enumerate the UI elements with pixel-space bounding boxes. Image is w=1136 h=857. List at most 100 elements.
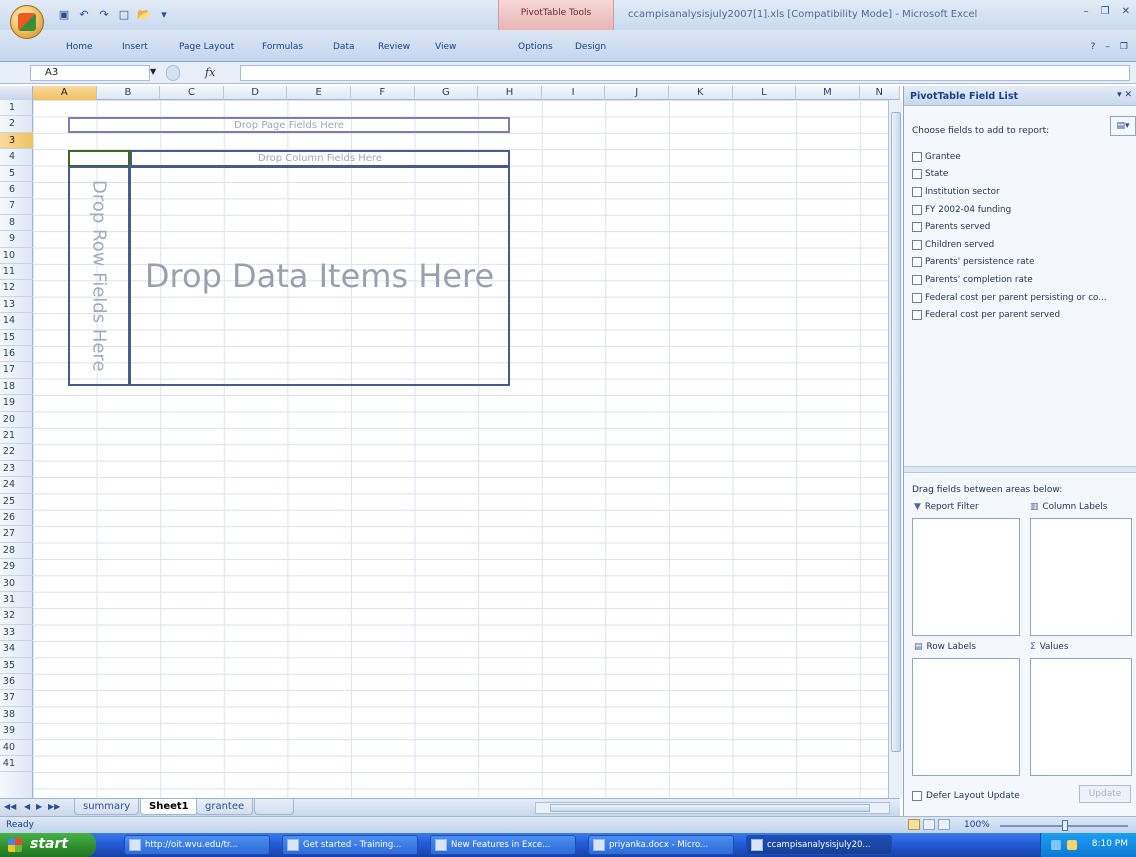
field-checkbox[interactable]: [912, 310, 922, 321]
row-header[interactable]: 39: [0, 723, 33, 740]
tab-design[interactable]: Design: [575, 42, 606, 52]
select-all-button[interactable]: [0, 86, 33, 100]
taskbar-button-word[interactable]: priyanka.docx - Micro...: [588, 835, 734, 855]
column-header[interactable]: M: [796, 86, 860, 100]
taskbar-button-excel[interactable]: ccampisanalysisjuly20...: [746, 835, 892, 855]
redo-icon[interactable]: ↷: [96, 6, 112, 22]
row-header[interactable]: 38: [0, 707, 33, 724]
drop-row-fields-zone[interactable]: Drop Row Fields Here: [68, 166, 130, 386]
column-header[interactable]: F: [351, 86, 415, 100]
doc-restore-icon[interactable]: ❐: [1120, 42, 1128, 52]
zoom-level[interactable]: 100%: [964, 820, 990, 830]
tab-review[interactable]: Review: [378, 42, 410, 52]
undo-icon[interactable]: ↶: [76, 6, 92, 22]
values-drop-area[interactable]: [1030, 658, 1132, 776]
new-icon[interactable]: □: [116, 6, 132, 22]
first-sheet-icon[interactable]: ◀◀: [4, 802, 16, 811]
start-button[interactable]: start: [0, 833, 96, 857]
cells-area[interactable]: Drop Page Fields Here Drop Column Fields…: [33, 100, 900, 798]
field-checkbox[interactable]: [912, 186, 922, 197]
row-header[interactable]: 37: [0, 690, 33, 707]
worksheet-grid[interactable]: ABCDEFGHIJKLMN 1 2 3 4 5 6 7 8 9 10 11 12 13 14 15 16 17…: [0, 86, 900, 798]
last-sheet-icon[interactable]: ▶▶: [48, 802, 60, 811]
column-header[interactable]: D: [224, 86, 288, 100]
horizontal-scroll-thumb[interactable]: [550, 804, 870, 812]
normal-view-button[interactable]: [908, 819, 920, 830]
active-cell-a3[interactable]: [68, 150, 130, 167]
field-item[interactable]: Federal cost per parent persisting or co…: [912, 289, 1132, 307]
row-header[interactable]: 3: [0, 132, 33, 150]
row-header[interactable]: 25: [0, 494, 33, 510]
column-header[interactable]: E: [287, 86, 351, 100]
tab-formulas[interactable]: Formulas: [262, 42, 303, 52]
vertical-scroll-thumb[interactable]: [891, 112, 901, 752]
prev-sheet-icon[interactable]: ◀: [24, 802, 30, 811]
field-checkbox[interactable]: [912, 292, 922, 303]
row-header[interactable]: 35: [0, 658, 33, 674]
customize-icon[interactable]: ▾: [156, 6, 172, 22]
row-header[interactable]: 5: [0, 166, 33, 182]
row-header[interactable]: 18: [0, 379, 33, 396]
row-header[interactable]: 30: [0, 576, 33, 592]
network-icon[interactable]: [1051, 840, 1061, 850]
row-header[interactable]: 11: [0, 264, 33, 281]
row-header[interactable]: 8: [0, 215, 33, 232]
save-icon[interactable]: ▣: [56, 6, 72, 22]
row-header[interactable]: 31: [0, 592, 33, 609]
field-checkbox[interactable]: [912, 169, 922, 180]
volume-icon[interactable]: [1067, 840, 1077, 850]
row-header[interactable]: 13: [0, 297, 33, 314]
column-header[interactable]: C: [160, 86, 224, 100]
row-header[interactable]: 34: [0, 641, 33, 658]
drop-page-fields-zone[interactable]: Drop Page Fields Here: [68, 117, 510, 133]
row-header[interactable]: 24: [0, 477, 33, 494]
page-break-view-button[interactable]: [938, 819, 950, 830]
row-header[interactable]: 28: [0, 543, 33, 560]
tab-view[interactable]: View: [435, 42, 456, 52]
field-item[interactable]: State: [912, 166, 1132, 184]
formula-cancel-button[interactable]: [166, 65, 180, 81]
update-button[interactable]: Update: [1079, 785, 1131, 803]
field-list-layout-button[interactable]: ▤▾: [1110, 116, 1136, 136]
field-checkbox[interactable]: [912, 151, 922, 162]
row-header[interactable]: 16: [0, 346, 33, 363]
taskbar-button-training[interactable]: Get started - Training...: [282, 835, 418, 855]
row-header[interactable]: 4: [0, 149, 33, 166]
row-header[interactable]: 7: [0, 198, 33, 215]
row-header[interactable]: 32: [0, 608, 33, 625]
row-labels-drop-area[interactable]: [912, 658, 1020, 776]
field-checkbox[interactable]: [912, 274, 922, 285]
row-header[interactable]: 1: [0, 100, 33, 117]
column-labels-drop-area[interactable]: [1030, 518, 1132, 636]
column-header[interactable]: H: [478, 86, 542, 100]
row-header[interactable]: 36: [0, 674, 33, 691]
field-checkbox[interactable]: [912, 222, 922, 233]
minimize-icon[interactable]: –: [1084, 6, 1089, 17]
sheet-tab-summary[interactable]: summary: [74, 799, 140, 815]
row-header[interactable]: 33: [0, 625, 33, 642]
page-layout-view-button[interactable]: [923, 819, 935, 830]
tab-page-layout[interactable]: Page Layout: [179, 42, 234, 52]
column-header[interactable]: J: [605, 86, 669, 100]
help-icon[interactable]: ?: [1091, 42, 1096, 52]
taskbar-button-new-features[interactable]: New Features in Exce...: [430, 835, 576, 855]
defer-layout-checkbox[interactable]: [912, 791, 922, 801]
field-item[interactable]: Institution sector: [912, 183, 1132, 201]
tab-insert[interactable]: Insert: [122, 42, 148, 52]
row-header[interactable]: 21: [0, 428, 33, 445]
drop-column-fields-zone[interactable]: Drop Column Fields Here: [130, 150, 510, 167]
field-item[interactable]: Parents' completion rate: [912, 271, 1132, 289]
column-header[interactable]: B: [97, 86, 161, 100]
row-header[interactable]: 17: [0, 362, 33, 379]
close-icon[interactable]: ✕: [1122, 6, 1130, 17]
row-header[interactable]: 26: [0, 510, 33, 527]
row-header[interactable]: 27: [0, 526, 33, 543]
open-icon[interactable]: 📂: [136, 6, 152, 22]
pane-splitter[interactable]: [904, 466, 1136, 473]
zoom-slider-thumb[interactable]: [1062, 820, 1068, 831]
formula-input[interactable]: [240, 65, 1130, 81]
field-item[interactable]: Parents served: [912, 218, 1132, 236]
row-header[interactable]: 14: [0, 313, 33, 330]
row-header[interactable]: 19: [0, 395, 33, 412]
row-header[interactable]: 2: [0, 116, 33, 133]
